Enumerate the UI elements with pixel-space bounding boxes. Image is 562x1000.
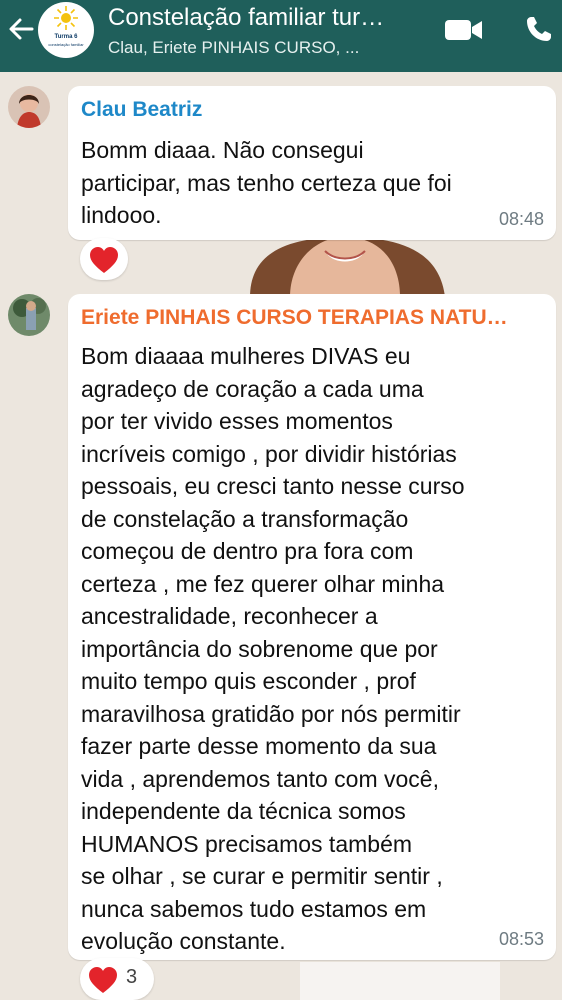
background-photo-lower xyxy=(300,962,500,1000)
sun-logo-icon xyxy=(54,6,78,30)
message-timestamp: 08:48 xyxy=(498,209,544,229)
heart-icon xyxy=(89,967,117,993)
reaction-badge[interactable]: 3 xyxy=(80,958,154,1000)
sender-avatar-clau[interactable] xyxy=(8,86,50,128)
sender-name[interactable]: Eriete PINHAIS CURSO TERAPIAS NATURAIS xyxy=(81,306,521,330)
message-bubble[interactable]: Clau Beatriz Bomm diaaa. Não consegui pa… xyxy=(68,86,556,240)
phone-call-icon[interactable] xyxy=(524,14,554,44)
chat-header: Turma 6 constelação familiar Constelação… xyxy=(0,0,562,72)
message-text: Bomm diaaa. Não consegui participar, mas… xyxy=(81,137,452,228)
group-avatar-label: Turma 6 xyxy=(54,34,78,40)
reaction-badge[interactable] xyxy=(80,238,128,280)
reaction-count: 3 xyxy=(126,966,138,988)
chat-title[interactable]: Constelação familiar turma 6 xyxy=(108,4,398,32)
sender-avatar-eriete[interactable] xyxy=(8,294,50,336)
message-timestamp: 08:53 xyxy=(498,929,544,949)
message-text: Bom diaaaa mulheres DIVAS eu agradeço de… xyxy=(81,343,465,954)
sender-name[interactable]: Clau Beatriz xyxy=(81,98,541,122)
group-avatar-sublabel: constelação familiar xyxy=(48,42,84,47)
chat-participants[interactable]: Clau, Eriete PINHAIS CURSO, ... xyxy=(108,38,418,58)
message-bubble[interactable]: Eriete PINHAIS CURSO TERAPIAS NATURAIS B… xyxy=(68,294,556,960)
back-arrow-icon[interactable] xyxy=(6,14,36,44)
group-avatar[interactable]: Turma 6 constelação familiar xyxy=(38,2,94,58)
heart-icon xyxy=(90,247,118,273)
background-photo xyxy=(230,237,460,297)
video-call-icon[interactable] xyxy=(444,16,484,44)
message-list[interactable]: Clau Beatriz Bomm diaaa. Não consegui pa… xyxy=(0,72,562,1000)
